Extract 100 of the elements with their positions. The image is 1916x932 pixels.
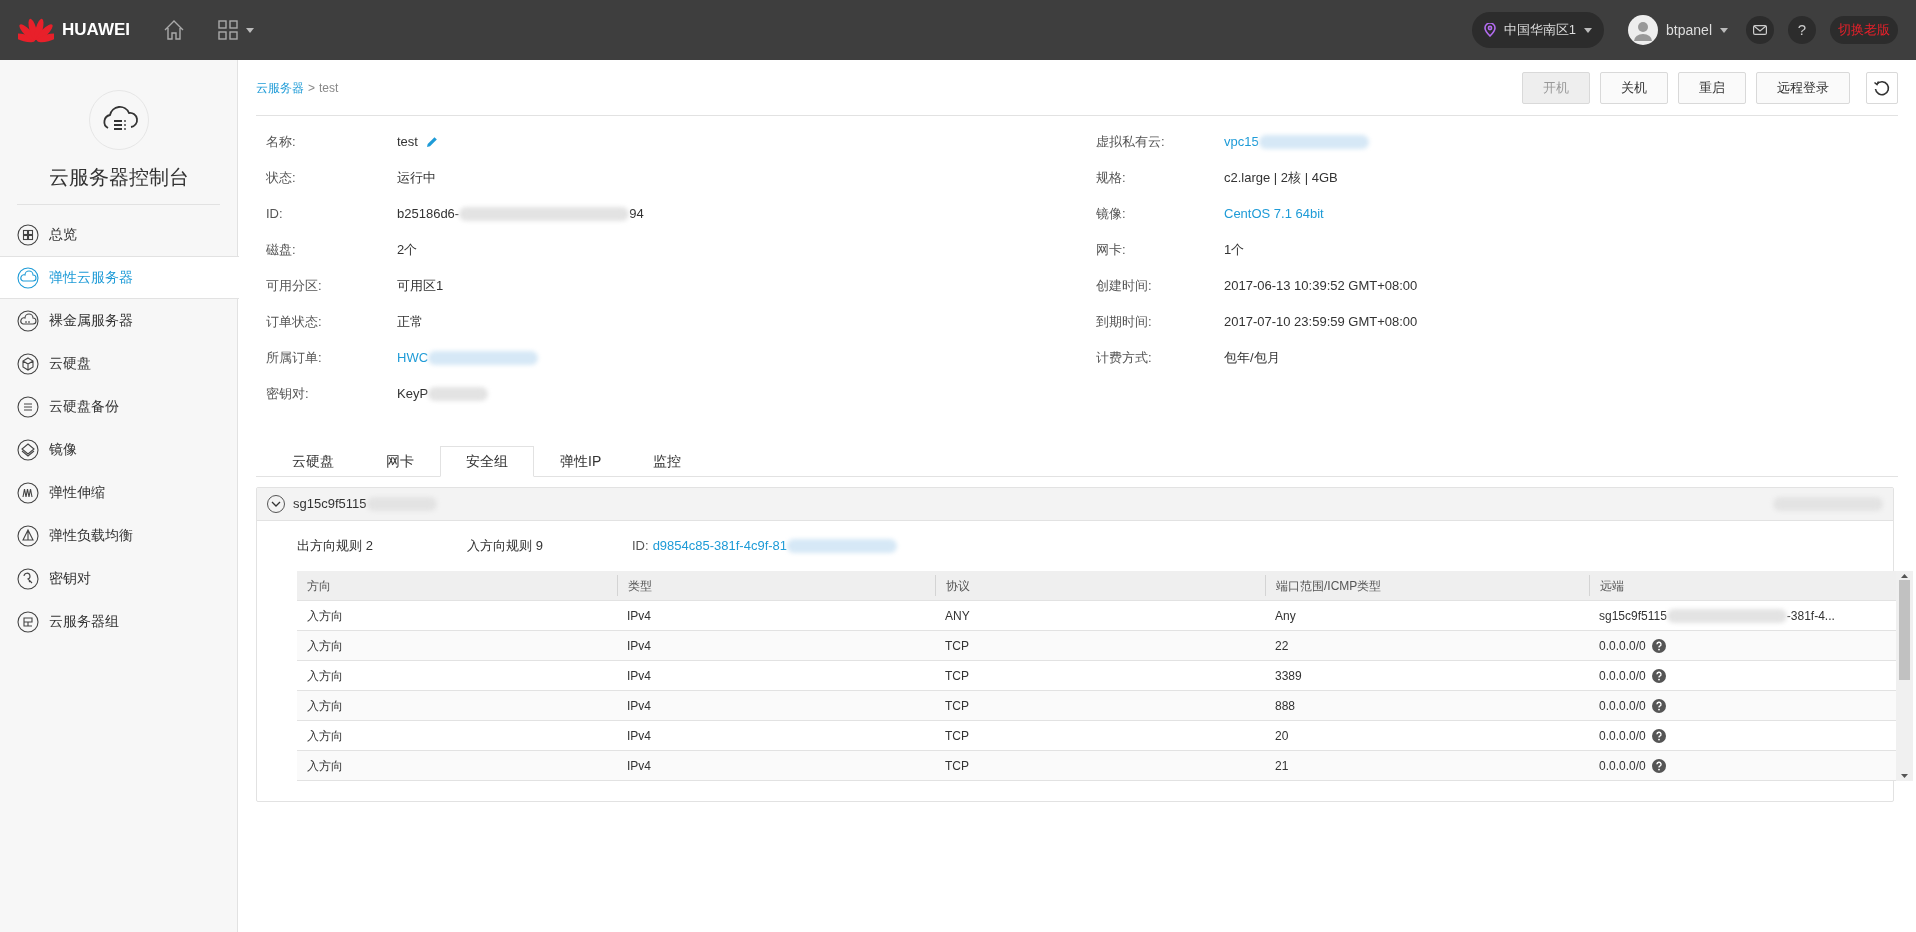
table-cell-text: IPv4 <box>626 607 652 625</box>
tab[interactable]: 安全组 <box>440 446 534 477</box>
table-cell-text: 3389 <box>1274 667 1303 685</box>
detail-label: 磁盘: <box>266 241 297 260</box>
region-selector[interactable]: 中国华南区1 <box>1471 12 1605 48</box>
location-pin-icon <box>1483 23 1496 37</box>
action-button[interactable]: 关机 <box>1600 71 1668 104</box>
column-header: 方向 <box>306 577 332 595</box>
action-button[interactable]: 远程登录 <box>1756 71 1850 104</box>
sidebar-item[interactable]: 镜像 <box>0 428 237 471</box>
detail-value: b25186d6- <box>397 205 460 224</box>
tab[interactable]: 弹性IP <box>534 446 628 477</box>
table-cell-text: 入方向 <box>306 757 344 775</box>
detail-value: c2.large | 2核 | 4GB <box>1224 169 1338 188</box>
nav-icon <box>17 481 39 504</box>
detail-label: 名称: <box>266 133 297 152</box>
detail-value: 包年/包月 <box>1224 349 1280 368</box>
pencil-icon[interactable] <box>425 136 438 148</box>
table-cell-text: Any <box>1274 607 1297 625</box>
nav-icon <box>17 395 39 418</box>
table-cell-text: TCP <box>944 727 970 745</box>
outbound-rules-count: 出方向规则 2 <box>297 537 374 556</box>
detail-label: 可用分区: <box>266 277 323 296</box>
refresh-icon <box>1873 78 1891 97</box>
table-cell-text: 0.0.0.0/0 <box>1599 757 1646 775</box>
table-cell-text: IPv4 <box>626 697 652 715</box>
caret-icon <box>1584 27 1593 33</box>
table-cell-text: 0.0.0.0/0 <box>1599 667 1646 685</box>
console-title: 云服务器控制台 <box>48 165 189 190</box>
caret-icon <box>246 27 254 33</box>
detail-value: 可用区1 <box>397 277 444 296</box>
home-icon[interactable] <box>162 18 186 42</box>
detail-label: 计费方式: <box>1096 349 1153 368</box>
table-cell-text: 入方向 <box>306 727 344 745</box>
nav-icon <box>17 223 39 246</box>
detail-value: 2017-07-10 23:59:59 GMT+08:00 <box>1224 313 1418 332</box>
detail-label: 订单状态: <box>266 313 323 332</box>
table-cell-text: sg15c9f5115 <box>1599 607 1667 625</box>
table-cell-text: 20 <box>1274 727 1290 745</box>
table-cell-text: IPv4 <box>626 667 652 685</box>
breadcrumb-separator: > <box>308 79 315 97</box>
table-cell-text: 入方向 <box>306 637 344 655</box>
scrollbar[interactable] <box>1896 571 1913 781</box>
detail-label: 到期时间: <box>1096 313 1153 332</box>
mail-icon <box>1753 25 1767 35</box>
action-button[interactable]: 重启 <box>1678 71 1746 104</box>
apps-menu-button[interactable] <box>218 20 254 40</box>
table-cell-text: ANY <box>944 607 971 625</box>
sidebar-item[interactable]: 云服务器组 <box>0 600 237 643</box>
table-cell-text: IPv4 <box>626 637 652 655</box>
nav-icon <box>17 438 39 461</box>
table-cell-text: 0.0.0.0/0 <box>1599 727 1646 745</box>
help-button[interactable]: ? <box>1788 16 1816 44</box>
table-cell-text: TCP <box>944 697 970 715</box>
refresh-button[interactable] <box>1866 71 1898 104</box>
sidebar-item[interactable]: 云硬盘 <box>0 342 237 385</box>
tab[interactable]: 云硬盘 <box>266 446 360 477</box>
detail-label: 创建时间: <box>1096 277 1153 296</box>
detail-label: 镜像: <box>1096 205 1127 224</box>
breadcrumb-current: test <box>319 79 339 97</box>
detail-label: 状态: <box>266 169 297 188</box>
table-cell-text: 22 <box>1274 637 1290 655</box>
detail-value: test <box>397 133 418 152</box>
sidebar-item[interactable]: 密钥对 <box>0 557 237 600</box>
nav-icon <box>17 567 39 590</box>
sidebar-item[interactable]: 裸金属服务器 <box>0 299 237 342</box>
help-icon[interactable] <box>1651 668 1666 683</box>
grid-icon <box>218 20 238 40</box>
nav-icon <box>17 309 39 332</box>
chevron-icon <box>271 501 281 507</box>
help-icon[interactable] <box>1651 698 1666 713</box>
security-group-name: sg15c9f5115 <box>293 495 367 514</box>
sidebar-item[interactable]: 总览 <box>0 213 237 256</box>
detail-value: 正常 <box>397 313 423 332</box>
column-header: 端口范围/ICMP类型 <box>1265 575 1589 596</box>
sidebar-item[interactable]: 弹性伸缩 <box>0 471 237 514</box>
scroll-down-icon[interactable] <box>1901 774 1908 778</box>
caret-icon <box>1720 27 1728 33</box>
detail-label: ID: <box>266 205 284 224</box>
tab[interactable]: 监控 <box>627 446 708 477</box>
table-cell-text: 入方向 <box>306 607 344 625</box>
sidebar-item[interactable]: 云硬盘备份 <box>0 385 237 428</box>
blurred-text <box>428 387 489 401</box>
scroll-up-icon[interactable] <box>1901 574 1908 578</box>
help-icon[interactable] <box>1651 758 1666 773</box>
detail-value: 运行中 <box>397 169 436 188</box>
nav-icon <box>17 610 39 633</box>
detail-value: 1个 <box>1224 241 1245 260</box>
messages-button[interactable] <box>1746 16 1774 44</box>
detail-label: 规格: <box>1096 169 1127 188</box>
tab[interactable]: 网卡 <box>360 446 440 477</box>
nav-icon <box>17 352 39 375</box>
sidebar-item[interactable]: 弹性负载均衡 <box>0 514 237 557</box>
help-icon[interactable] <box>1651 728 1666 743</box>
detail-label: 网卡: <box>1096 241 1127 260</box>
table-cell-text: 入方向 <box>306 697 344 715</box>
user-menu[interactable]: btpanel <box>1628 15 1728 45</box>
table-cell-text: IPv4 <box>626 757 652 775</box>
table-cell-text: TCP <box>944 757 970 775</box>
help-icon[interactable] <box>1651 638 1666 653</box>
